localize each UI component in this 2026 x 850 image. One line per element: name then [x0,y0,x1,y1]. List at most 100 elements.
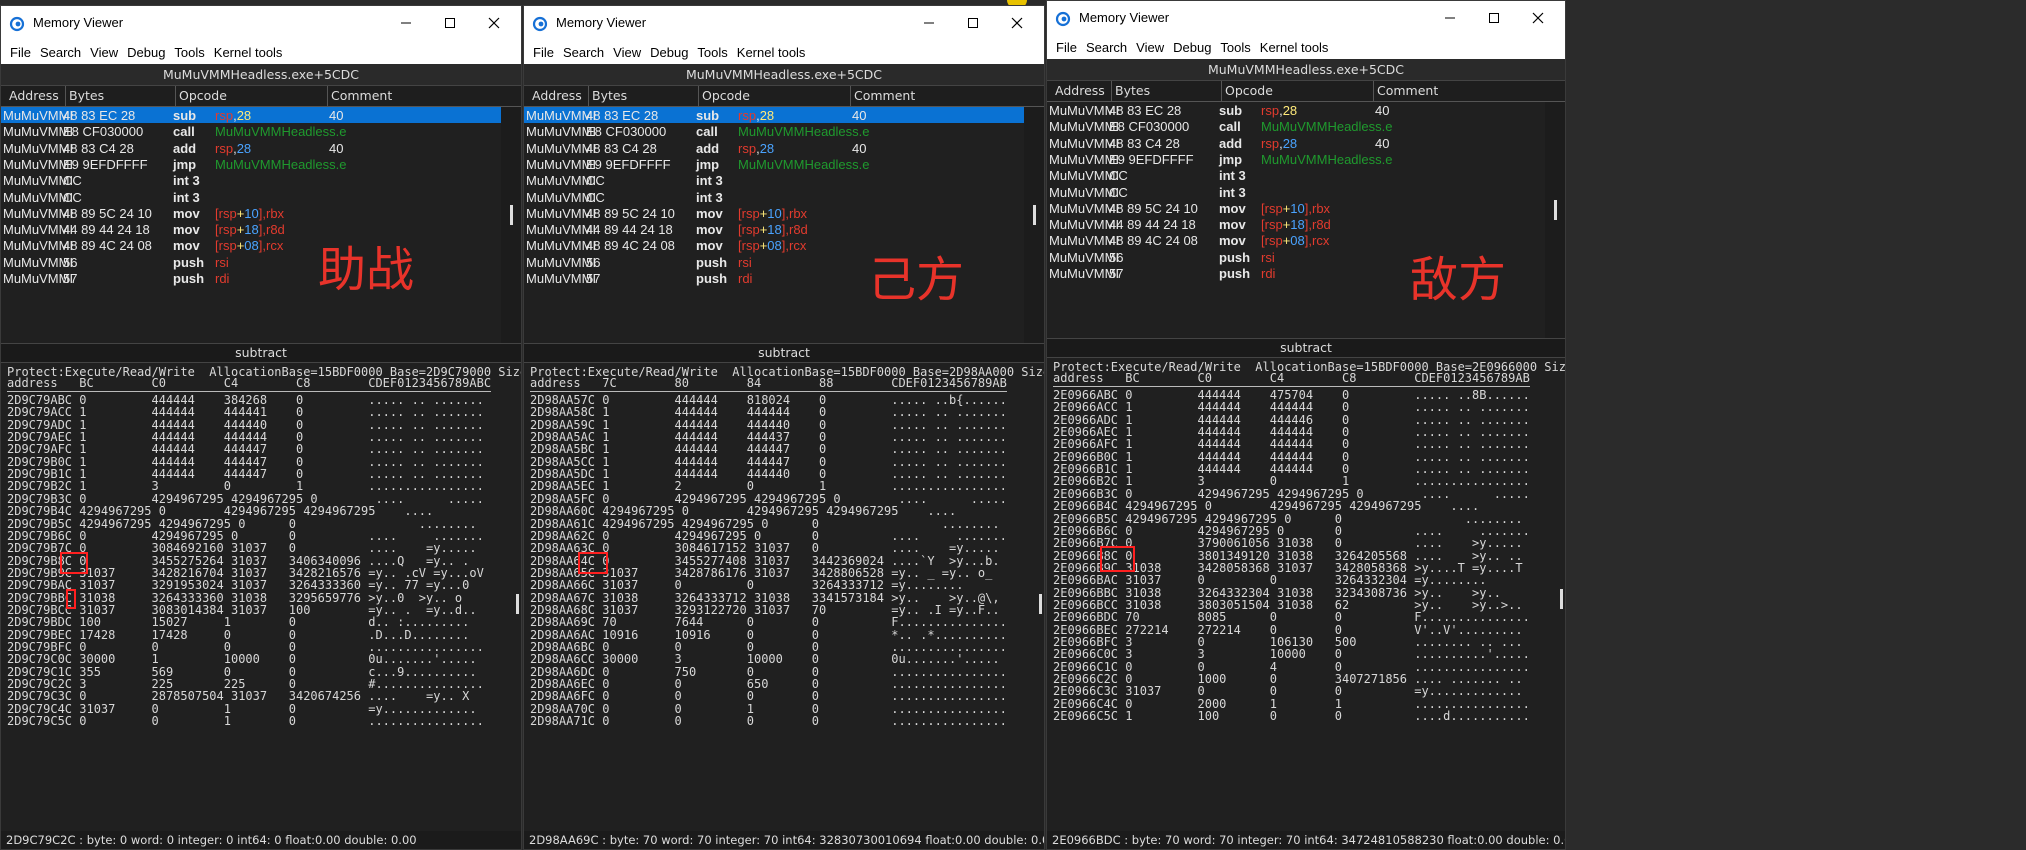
column-separator[interactable] [1373,81,1374,101]
disasm-row[interactable]: MuMuVMMI E9 9EFDFFFF jmp MuMuVMMHeadless.e [1047,151,1545,167]
hex-row[interactable]: 2E0966C5C 1 100 0 0 ....d........... [1053,708,1530,724]
hex-scrollbar-thumb[interactable] [1039,594,1042,614]
column-separator[interactable] [698,86,699,106]
column-header-opcode[interactable]: Opcode [179,88,227,103]
column-header-comment[interactable]: Comment [331,88,392,103]
operand-token: rsi [1261,249,1275,265]
disasm-row[interactable]: MuMuVMMI 48 89 5C 24 10 mov [rsp+10],rbx [1,205,501,221]
column-header-bytes[interactable]: Bytes [69,88,104,103]
disasm-row[interactable]: MuMuVMMI 48 83 EC 28 sub rsp,28 40 [1047,102,1545,118]
minimize-button[interactable] [385,6,429,42]
disasm-row[interactable]: MuMuVMMI 48 83 C4 28 add rsp,28 40 [524,140,1024,156]
menu-tools[interactable]: Tools [697,42,727,64]
column-separator[interactable] [1111,81,1112,101]
close-button[interactable] [1517,1,1561,37]
menu-tools[interactable]: Tools [1220,37,1250,59]
disasm-bytes: 48 89 4C 24 08 [586,238,675,254]
disasm-row[interactable]: MuMuVMMI 48 89 5C 24 10 mov [rsp+10],rbx [524,205,1024,221]
column-separator[interactable] [850,86,851,106]
title-bar[interactable]: Memory Viewer [1047,1,1565,37]
disasm-row[interactable]: MuMuVMMI 44 89 44 24 18 mov [rsp+18],r8d [524,221,1024,237]
column-separator[interactable] [327,86,328,106]
disasm-row[interactable]: MuMuVMMI 44 89 44 24 18 mov [rsp+18],r8d [1047,216,1545,232]
hex-view[interactable]: Protect:Execute/Read/Write AllocationBas… [1,364,521,831]
disassembler-scrollbar[interactable] [1545,102,1565,338]
scrollbar-thumb[interactable] [510,205,513,225]
maximize-button[interactable] [1473,1,1517,37]
column-header-opcode[interactable]: Opcode [1225,83,1273,98]
disasm-row[interactable]: MuMuVMMI E8 CF030000 call MuMuVMMHeadless.e [524,123,1024,139]
menu-file[interactable]: File [1056,37,1077,59]
minimize-button[interactable] [1429,1,1473,37]
disasm-bytes: CC [63,189,82,205]
disasm-row[interactable]: MuMuVMMI CC int 3 [524,189,1024,205]
menu-view[interactable]: View [613,42,641,64]
disasm-row[interactable]: MuMuVMMI CC int 3 [1,189,501,205]
column-separator[interactable] [1221,81,1222,101]
column-separator[interactable] [65,86,66,106]
column-header-bytes[interactable]: Bytes [1115,83,1150,98]
scrollbar-thumb[interactable] [1554,200,1557,220]
disasm-row[interactable]: MuMuVMMI CC int 3 [1047,184,1545,200]
minimize-button[interactable] [908,6,952,42]
menu-search[interactable]: Search [1086,37,1127,59]
column-header-opcode[interactable]: Opcode [702,88,750,103]
disasm-comment: 40 [852,140,867,156]
disasm-row[interactable]: MuMuVMMI 48 89 4C 24 08 mov [rsp+08],rcx [1,237,501,253]
menu-kernel-tools[interactable]: Kernel tools [214,42,283,64]
column-separator[interactable] [175,86,176,106]
close-button[interactable] [996,6,1040,42]
disasm-row[interactable]: MuMuVMMI 56 push rsi [1,254,501,270]
disassembler-list[interactable]: MuMuVMMI 48 83 EC 28 sub rsp,28 40 MuMuVMMI E8… [1,107,501,343]
disasm-row[interactable]: MuMuVMMI CC int 3 [524,172,1024,188]
scrollbar-thumb[interactable] [1033,205,1036,225]
disasm-row[interactable]: MuMuVMMI 48 83 C4 28 add rsp,28 40 [1047,135,1545,151]
column-header-address[interactable]: Address [532,88,582,103]
menu-kernel-tools[interactable]: Kernel tools [1260,37,1329,59]
operand-token: 18 [1290,217,1305,233]
column-header-address[interactable]: Address [1055,83,1105,98]
disasm-row[interactable]: MuMuVMMI 57 push rdi [1,270,501,286]
disasm-row[interactable]: MuMuVMMI CC int 3 [1,172,501,188]
hex-row[interactable]: 2D9C79C5C 0 0 1 0 ................ [7,713,484,729]
disasm-row[interactable]: MuMuVMMI 44 89 44 24 18 mov [rsp+18],r8d [1,221,501,237]
hex-scrollbar-thumb[interactable] [516,594,519,614]
disasm-row[interactable]: MuMuVMMI E9 9EFDFFFF jmp MuMuVMMHeadless.e [1,156,501,172]
title-bar[interactable]: Memory Viewer [1,6,521,42]
menu-debug[interactable]: Debug [650,42,688,64]
hex-view[interactable]: Protect:Execute/Read/Write AllocationBas… [524,364,1044,831]
menu-debug[interactable]: Debug [1173,37,1211,59]
title-bar[interactable]: Memory Viewer [524,6,1044,42]
maximize-button[interactable] [952,6,996,42]
disassembler-scrollbar[interactable] [1024,107,1044,343]
hex-view[interactable]: Protect:Execute/Read/Write AllocationBas… [1047,359,1565,831]
menu-view[interactable]: View [90,42,118,64]
column-header-comment[interactable]: Comment [854,88,915,103]
menu-search[interactable]: Search [563,42,604,64]
menu-file[interactable]: File [10,42,31,64]
disasm-row[interactable]: MuMuVMMI 48 83 EC 28 sub rsp,28 40 [1,107,501,123]
maximize-button[interactable] [429,6,473,42]
disassembler-scrollbar[interactable] [501,107,521,343]
column-header-bytes[interactable]: Bytes [592,88,627,103]
column-header-address[interactable]: Address [9,88,59,103]
disasm-row[interactable]: MuMuVMMI 48 83 EC 28 sub rsp,28 40 [524,107,1024,123]
menu-debug[interactable]: Debug [127,42,165,64]
menu-view[interactable]: View [1136,37,1164,59]
close-button[interactable] [473,6,517,42]
disasm-row[interactable]: MuMuVMMI E9 9EFDFFFF jmp MuMuVMMHeadless.e [524,156,1024,172]
menu-kernel-tools[interactable]: Kernel tools [737,42,806,64]
disasm-row[interactable]: MuMuVMMI E8 CF030000 call MuMuVMMHeadless.e [1,123,501,139]
menu-tools[interactable]: Tools [174,42,204,64]
disasm-row[interactable]: MuMuVMMI CC int 3 [1047,167,1545,183]
column-separator[interactable] [588,86,589,106]
menu-search[interactable]: Search [40,42,81,64]
hex-scrollbar-thumb[interactable] [1560,589,1563,609]
hex-row[interactable]: 2D98AA71C 0 0 0 0 ................ [530,713,1007,729]
menu-file[interactable]: File [533,42,554,64]
column-header-comment[interactable]: Comment [1377,83,1438,98]
disasm-row[interactable]: MuMuVMMI E8 CF030000 call MuMuVMMHeadless.e [1047,118,1545,134]
disasm-row[interactable]: MuMuVMMI 48 89 5C 24 10 mov [rsp+10],rbx [1047,200,1545,216]
disasm-row[interactable]: MuMuVMMI 48 83 C4 28 add rsp,28 40 [1,140,501,156]
disasm-bytes: 48 83 C4 28 [1109,135,1180,151]
